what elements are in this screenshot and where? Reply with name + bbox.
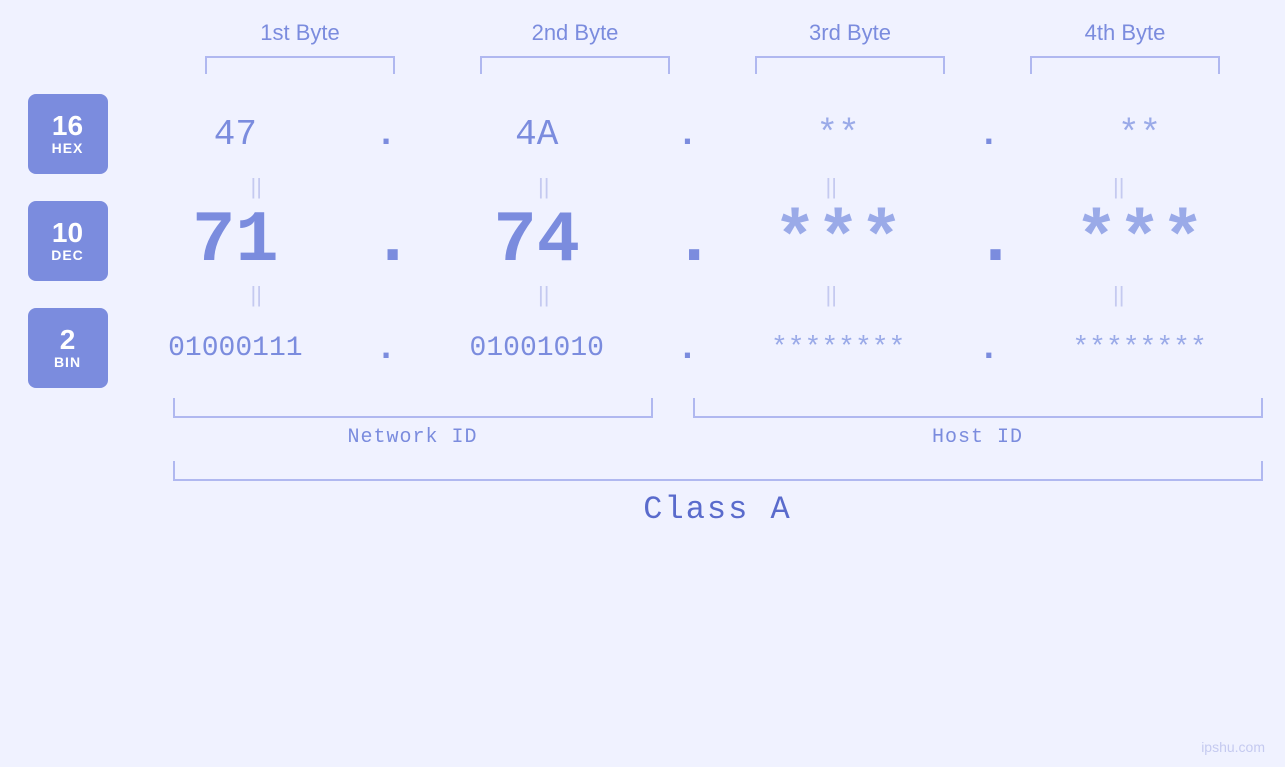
bracket-3	[755, 56, 945, 74]
bin-badge-spacer: 2 BIN	[23, 308, 113, 388]
eq2-b2: ||	[434, 282, 654, 308]
eq-data-2: || || || ||	[113, 282, 1263, 308]
bin-b3: ********	[728, 333, 948, 364]
network-id-label: Network ID	[173, 426, 653, 449]
eq2-b3: ||	[721, 282, 941, 308]
bin-dot3: .	[974, 328, 1004, 369]
dec-name: DEC	[51, 247, 84, 263]
hex-b3: **	[728, 114, 948, 155]
hex-data: 47 . 4A . ** . **	[113, 114, 1263, 155]
host-bracket	[693, 398, 1263, 418]
hex-badge-spacer: 16 HEX	[23, 94, 113, 174]
dec-data: 71 . 74 . *** . ***	[113, 200, 1263, 282]
dec-dot2: .	[672, 200, 702, 282]
bottom-section: Network ID Host ID Class A	[23, 398, 1263, 528]
network-bracket	[173, 398, 653, 418]
bin-dot1: .	[371, 328, 401, 369]
bin-b4: ********	[1030, 333, 1250, 364]
hex-dot3: .	[974, 114, 1004, 155]
hex-b1: 47	[125, 114, 345, 155]
bracket-4	[1030, 56, 1220, 74]
dec-badge: 10 DEC	[28, 201, 108, 281]
eq-row-2: || || || ||	[23, 282, 1263, 308]
byte1-header: 1st Byte	[190, 20, 410, 46]
byte-headers: 1st Byte 2nd Byte 3rd Byte 4th Byte	[163, 20, 1263, 46]
eq2-b4: ||	[1009, 282, 1229, 308]
watermark: ipshu.com	[1201, 739, 1265, 755]
hex-row: 16 HEX 47 . 4A . ** . **	[23, 94, 1263, 174]
hex-b2: 4A	[427, 114, 647, 155]
dec-num: 10	[52, 219, 83, 247]
dec-b3: ***	[728, 200, 948, 282]
host-id-label: Host ID	[693, 426, 1263, 449]
dec-dot1: .	[371, 200, 401, 282]
main-container: 1st Byte 2nd Byte 3rd Byte 4th Byte 16 H…	[0, 0, 1285, 767]
bin-dot2: .	[672, 328, 702, 369]
outer-bracket	[173, 461, 1263, 481]
bottom-brackets	[23, 398, 1263, 418]
bracket-1	[205, 56, 395, 74]
eq1-b2: ||	[434, 174, 654, 200]
eq-row-1: || || || ||	[23, 174, 1263, 200]
bin-badge: 2 BIN	[28, 308, 108, 388]
hex-num: 16	[52, 112, 83, 140]
byte4-header: 4th Byte	[1015, 20, 1235, 46]
byte3-header: 3rd Byte	[740, 20, 960, 46]
top-brackets	[163, 56, 1263, 74]
dec-b4: ***	[1030, 200, 1250, 282]
bin-row: 2 BIN 01000111 . 01001010 . ******** . *…	[23, 308, 1263, 388]
dec-b1: 71	[125, 200, 345, 282]
class-label: Class A	[173, 491, 1263, 528]
eq1-b4: ||	[1009, 174, 1229, 200]
dec-dot3: .	[974, 200, 1004, 282]
hex-badge: 16 HEX	[28, 94, 108, 174]
dec-b2: 74	[427, 200, 647, 282]
hex-b4: **	[1030, 114, 1250, 155]
hex-name: HEX	[52, 140, 84, 156]
bracket-2	[480, 56, 670, 74]
eq1-b1: ||	[146, 174, 366, 200]
dec-row: 10 DEC 71 . 74 . *** . ***	[23, 200, 1263, 282]
bin-b1: 01000111	[125, 333, 345, 364]
eq1-b3: ||	[721, 174, 941, 200]
bin-data: 01000111 . 01001010 . ******** . *******…	[113, 328, 1263, 369]
eq-data-1: || || || ||	[113, 174, 1263, 200]
eq2-b1: ||	[146, 282, 366, 308]
bin-num: 2	[60, 326, 76, 354]
hex-dot2: .	[672, 114, 702, 155]
id-labels: Network ID Host ID	[23, 426, 1263, 449]
bin-name: BIN	[54, 354, 81, 370]
byte2-header: 2nd Byte	[465, 20, 685, 46]
dec-badge-spacer: 10 DEC	[23, 201, 113, 281]
hex-dot1: .	[371, 114, 401, 155]
bin-b2: 01001010	[427, 333, 647, 364]
